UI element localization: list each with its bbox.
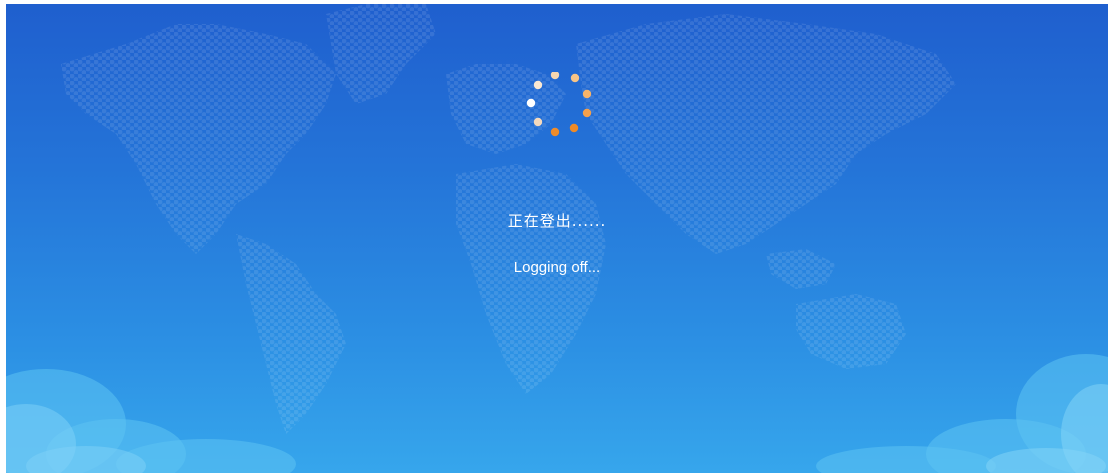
logoff-screen: 正在登出...... Logging off... bbox=[6, 4, 1108, 473]
spinner-dot bbox=[570, 73, 580, 83]
status-text-chinese: 正在登出...... bbox=[507, 212, 607, 230]
spinner-dot bbox=[526, 98, 536, 108]
loading-spinner-icon bbox=[526, 72, 592, 137]
spinner-dot bbox=[582, 108, 592, 118]
spinner-dot bbox=[533, 80, 543, 90]
spinner-dot bbox=[582, 89, 592, 99]
spinner-dot bbox=[569, 123, 579, 133]
spinner-dot bbox=[533, 117, 543, 127]
spinner-dot bbox=[550, 127, 560, 137]
status-text-english: Logging off... bbox=[513, 259, 601, 276]
spinner-dot bbox=[550, 72, 560, 80]
